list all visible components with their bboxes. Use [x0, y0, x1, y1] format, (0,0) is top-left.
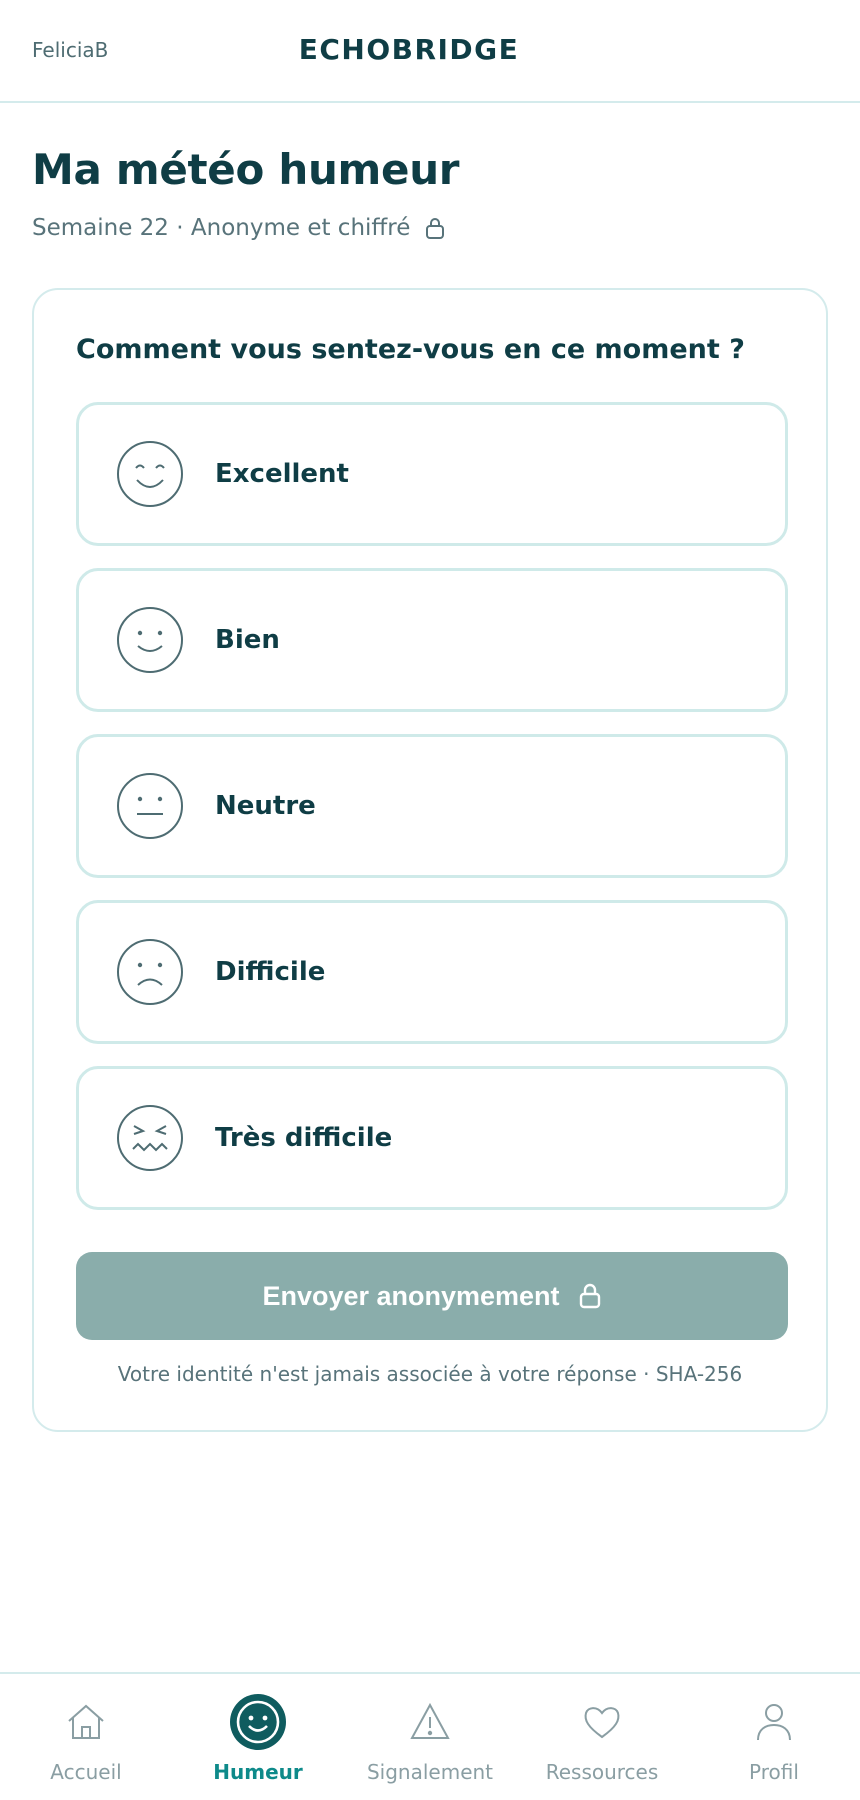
mood-option-excellent[interactable]: Excellent [76, 402, 788, 546]
tab-humeur[interactable]: Humeur [172, 1674, 344, 1800]
tab-label: Signalement [366, 1760, 494, 1784]
warning-icon [410, 1702, 450, 1739]
tab-label: Profil [749, 1760, 799, 1784]
lock-icon [579, 1283, 600, 1309]
page-subtitle: Semaine 22 · Anonyme et chiffré [32, 215, 446, 241]
privacy-footnote: Votre identité n'est jamais associée à v… [117, 1362, 743, 1386]
tab-signalement[interactable]: Signalement [344, 1674, 516, 1800]
grin-face-icon [117, 441, 183, 507]
mood-option-bien[interactable]: Bien [76, 568, 788, 712]
distressed-face-icon [117, 1105, 183, 1171]
lock-icon [426, 218, 445, 239]
mood-option-neutre[interactable]: Neutre [76, 734, 788, 878]
smile-face-icon [117, 607, 183, 673]
bottom-tab-bar: Accueil Humeur Signalement Ressources Pr… [0, 1672, 860, 1800]
tab-label: Accueil [50, 1760, 122, 1784]
tab-profil[interactable]: Profil [688, 1674, 860, 1800]
mood-option-label: Excellent [215, 459, 349, 489]
mood-option-label: Très difficile [215, 1123, 393, 1153]
mood-option-label: Bien [215, 625, 280, 655]
page-title: Ma météo humeur [32, 145, 460, 194]
mood-option-label: Neutre [215, 791, 316, 821]
mood-option-tres-difficile[interactable]: Très difficile [76, 1066, 788, 1210]
tab-accueil[interactable]: Accueil [0, 1674, 172, 1800]
user-icon [757, 1704, 791, 1741]
mood-option-label: Difficile [215, 957, 326, 987]
app-header: FeliciaB ECHOBRIDGE [0, 0, 860, 103]
submit-label: Envoyer anonymement [262, 1280, 560, 1311]
home-icon [68, 1704, 104, 1739]
neutral-face-icon [117, 773, 183, 839]
subtitle-text: Semaine 22 · Anonyme et chiffré [32, 215, 411, 241]
mood-card: Comment vous sentez-vous en ce moment ? … [32, 288, 828, 1432]
mood-icon [230, 1694, 286, 1750]
mood-question: Comment vous sentez-vous en ce moment ? [76, 334, 745, 365]
frown-face-icon [117, 939, 183, 1005]
tab-label: Humeur [213, 1760, 303, 1784]
tab-ressources[interactable]: Ressources [516, 1674, 688, 1800]
submit-anonymous-button[interactable]: Envoyer anonymement [76, 1252, 788, 1340]
tab-label: Ressources [545, 1760, 659, 1784]
mood-option-difficile[interactable]: Difficile [76, 900, 788, 1044]
heart-icon [584, 1707, 620, 1739]
brand-logo: ECHOBRIDGE [298, 33, 520, 66]
